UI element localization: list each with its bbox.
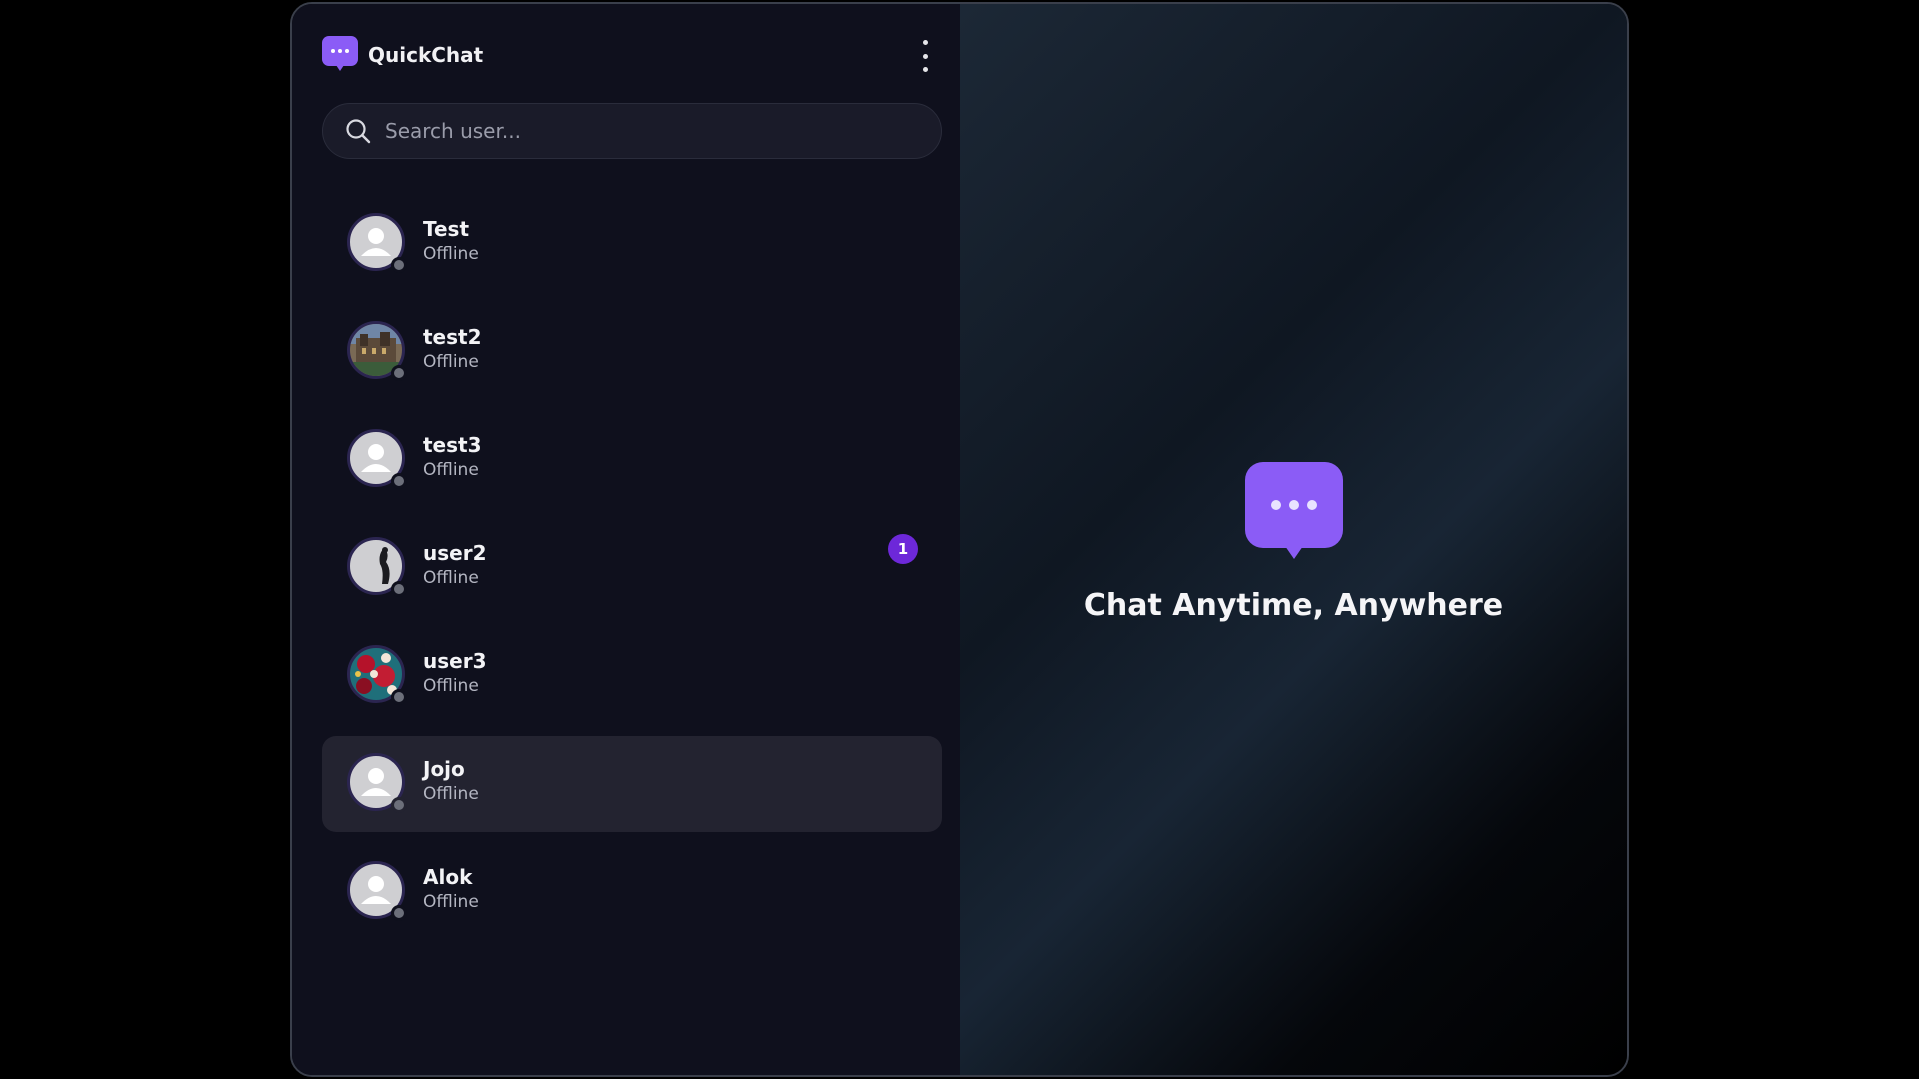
user-status: Offline <box>423 676 479 696</box>
chat-panel: Chat Anytime, Anywhere <box>960 4 1627 1075</box>
user-name: user2 <box>423 541 487 565</box>
user-name: user3 <box>423 649 487 673</box>
chat-bubble-icon <box>322 36 358 74</box>
status-dot <box>391 365 407 381</box>
user-item-user3[interactable]: user3 Offline <box>322 628 942 724</box>
sidebar: QuickChat Search user... Test Offline te… <box>292 4 960 1075</box>
user-item-jojo[interactable]: Jojo Offline <box>322 736 942 832</box>
search-bar <box>322 103 942 159</box>
kebab-menu-icon[interactable] <box>918 40 932 72</box>
welcome-placeholder: Chat Anytime, Anywhere <box>960 462 1627 623</box>
app-name: QuickChat <box>368 43 484 67</box>
user-item-test[interactable]: Test Offline <box>322 196 942 292</box>
user-item-test2[interactable]: test2 Offline <box>322 304 942 400</box>
user-status: Offline <box>423 244 479 264</box>
user-name: Alok <box>423 865 473 889</box>
search-icon <box>346 119 371 144</box>
chat-bubble-icon <box>1244 462 1343 559</box>
user-name: Test <box>423 217 470 241</box>
user-name: test2 <box>423 325 482 349</box>
search-input[interactable] <box>383 118 907 144</box>
user-status: Offline <box>423 460 479 480</box>
user-item-alok[interactable]: Alok Offline <box>322 844 942 940</box>
unread-badge: 1 <box>888 534 918 564</box>
user-status: Offline <box>423 568 479 588</box>
status-dot <box>391 689 407 705</box>
brand: QuickChat <box>322 36 483 74</box>
welcome-title: Chat Anytime, Anywhere <box>1083 588 1504 623</box>
status-dot <box>391 257 407 273</box>
user-status: Offline <box>423 352 479 372</box>
user-item-test3[interactable]: test3 Offline <box>322 412 942 508</box>
status-dot <box>391 905 407 921</box>
user-name: test3 <box>423 433 482 457</box>
status-dot <box>391 581 407 597</box>
user-name: Jojo <box>423 757 465 781</box>
user-status: Offline <box>423 892 479 912</box>
app-window: QuickChat Search user... Test Offline te… <box>290 2 1629 1077</box>
status-dot <box>391 797 407 813</box>
user-item-user2[interactable]: user2 Offline 1 <box>322 520 942 616</box>
status-dot <box>391 473 407 489</box>
user-list: Test Offline test2 Offline test3 Offline… <box>322 196 942 952</box>
user-status: Offline <box>423 784 479 804</box>
